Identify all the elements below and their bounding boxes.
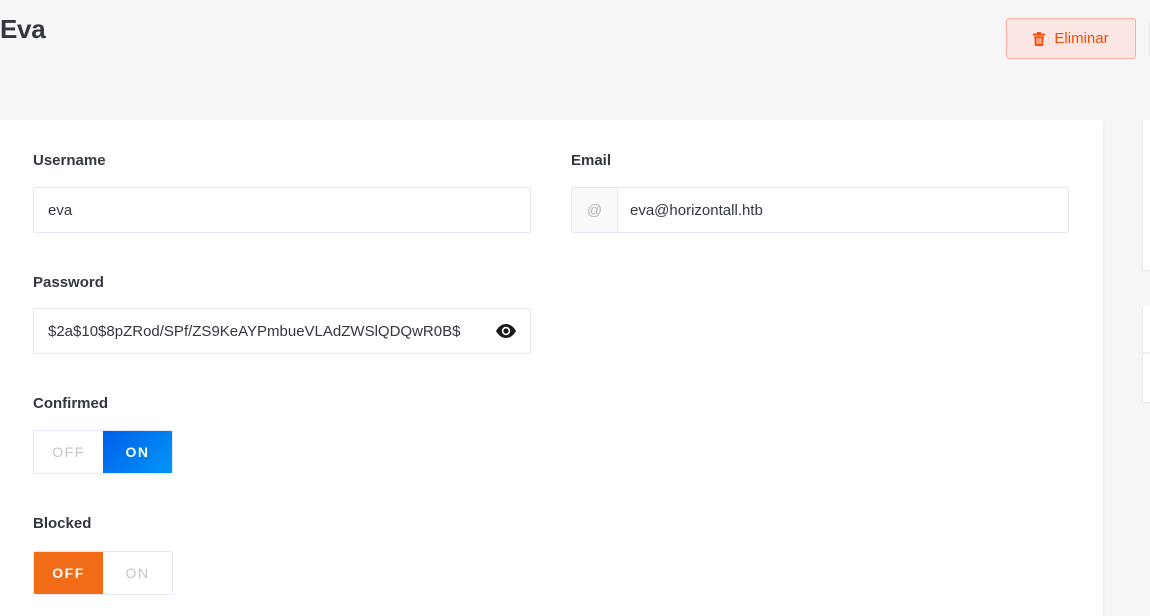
side-panel bbox=[1143, 120, 1150, 270]
password-label: Password bbox=[33, 274, 104, 291]
blocked-on-option[interactable]: ON bbox=[103, 552, 172, 594]
side-panel-item bbox=[1143, 354, 1150, 402]
delete-button[interactable]: Eliminar bbox=[1006, 18, 1136, 59]
confirmed-label: Confirmed bbox=[33, 395, 108, 412]
blocked-off-option[interactable]: OFF bbox=[34, 552, 103, 594]
confirmed-off-option[interactable]: OFF bbox=[34, 431, 103, 473]
blocked-label: Blocked bbox=[33, 515, 92, 532]
password-input[interactable]: $2a$10$8pZRod/SPf/ZS9KeAYPmbueVLAdZWSlQD… bbox=[33, 308, 531, 354]
confirmed-on-option[interactable]: ON bbox=[103, 431, 172, 473]
trash-icon bbox=[1033, 31, 1046, 46]
password-value: $2a$10$8pZRod/SPf/ZS9KeAYPmbueVLAdZWSlQD… bbox=[48, 322, 461, 340]
eye-icon[interactable] bbox=[495, 323, 517, 343]
blocked-toggle[interactable]: OFF ON bbox=[33, 551, 173, 595]
username-label: Username bbox=[33, 152, 106, 169]
email-value[interactable]: eva@horizontall.htb bbox=[618, 188, 1068, 232]
email-field[interactable]: @ eva@horizontall.htb bbox=[571, 187, 1069, 233]
page-title: Eva bbox=[0, 14, 46, 44]
username-input[interactable]: eva bbox=[33, 187, 531, 233]
confirmed-toggle[interactable]: OFF ON bbox=[33, 430, 173, 474]
delete-button-label: Eliminar bbox=[1054, 30, 1109, 47]
side-panel-item bbox=[1143, 306, 1150, 352]
email-label: Email bbox=[571, 152, 612, 169]
at-sign-icon: @ bbox=[572, 188, 618, 232]
user-edit-page: Eva Eliminar Username eva Email @ eva@ho… bbox=[0, 0, 1150, 616]
username-value: eva bbox=[48, 201, 73, 219]
